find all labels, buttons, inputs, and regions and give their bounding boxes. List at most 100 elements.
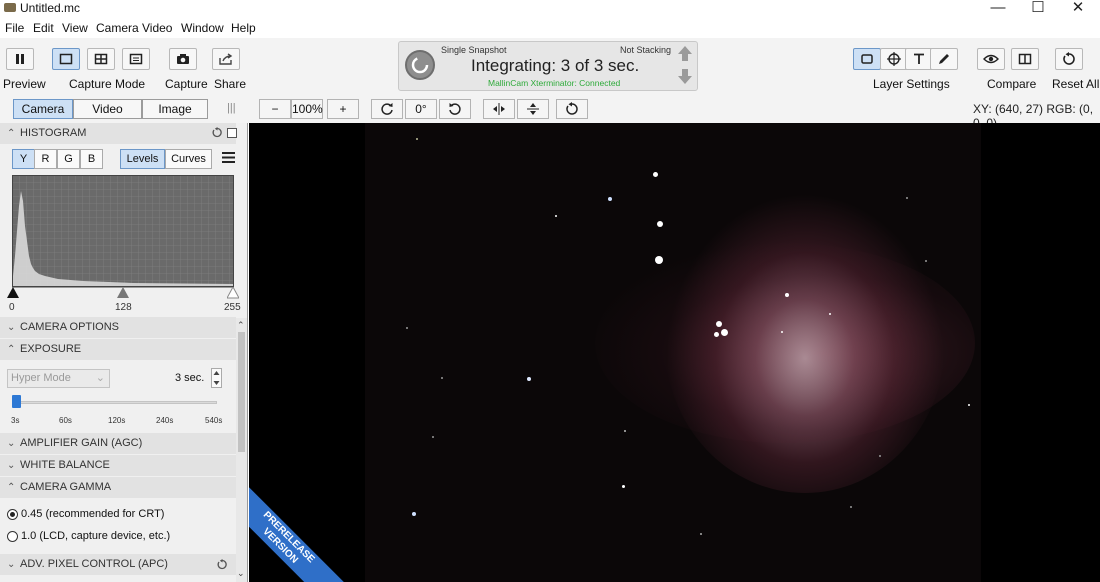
apc-reset-icon[interactable] — [217, 559, 228, 573]
exposure-stepper[interactable] — [211, 368, 222, 388]
layer-crosshair-button[interactable] — [880, 48, 908, 70]
zoom-in-button[interactable]: + — [327, 99, 359, 119]
histogram-reset-icon[interactable] — [212, 127, 223, 141]
star — [906, 197, 908, 199]
eye-icon — [978, 49, 1004, 69]
layer-pen-button[interactable] — [930, 48, 958, 70]
capture-button[interactable] — [169, 48, 197, 70]
slider-tick-240s: 240s — [156, 416, 174, 425]
flip-vertical-icon — [518, 100, 548, 118]
compare-label: Compare — [987, 77, 1037, 91]
channel-g-button[interactable]: G — [57, 149, 80, 169]
single-frame-icon — [53, 49, 79, 69]
close-button[interactable]: ✕ — [1058, 0, 1098, 18]
rotate-left-icon — [372, 100, 402, 118]
histogram-header[interactable]: ⌃ HISTOGRAM — [0, 123, 236, 144]
panel-scrollbar[interactable]: ⌃ ⌄ — [236, 318, 247, 582]
star — [555, 215, 557, 217]
split-view-icon — [1012, 49, 1038, 69]
star — [655, 256, 663, 264]
flip-horizontal-button[interactable] — [483, 99, 515, 119]
reset-icon — [557, 100, 587, 118]
minimize-button[interactable]: — — [978, 0, 1018, 18]
menu-help[interactable]: Help — [231, 21, 256, 35]
adv-pixel-control-header[interactable]: ⌄ ADV. PIXEL CONTROL (APC) — [0, 554, 236, 575]
maximize-button[interactable]: ☐ — [1018, 0, 1058, 18]
slider-tick-3s: 3s — [11, 416, 20, 425]
black-point-handle[interactable] — [7, 287, 19, 302]
compare-eye-button[interactable] — [977, 48, 1005, 70]
star — [850, 506, 852, 508]
exposure-mode-value: Hyper Mode — [11, 372, 71, 384]
star — [622, 485, 625, 488]
share-button[interactable] — [212, 48, 240, 70]
scrollbar-thumb[interactable] — [238, 332, 245, 452]
pen-icon — [931, 49, 957, 69]
rotate-left-button[interactable] — [371, 99, 403, 119]
adv-pixel-control-title: ADV. PIXEL CONTROL (APC) — [20, 558, 168, 570]
amplifier-gain-title: AMPLIFIER GAIN (AGC) — [20, 437, 143, 449]
image-viewer[interactable]: PRERELEASE VERSION — [249, 123, 1100, 582]
star — [527, 377, 531, 381]
layer-rect-button[interactable] — [853, 48, 881, 70]
menu-file[interactable]: File — [5, 21, 24, 35]
histogram-tick-255: 255 — [224, 302, 241, 313]
preview-label: Preview — [3, 77, 46, 91]
tab-image[interactable]: Image — [142, 99, 208, 119]
gamma-045-radio[interactable] — [7, 509, 18, 520]
rotate-right-button[interactable] — [439, 99, 471, 119]
white-point-handle[interactable] — [226, 285, 240, 302]
menu-video[interactable]: Video — [142, 21, 172, 35]
flip-vertical-button[interactable] — [517, 99, 549, 119]
capture-mode-single-button[interactable] — [52, 48, 80, 70]
menu-view[interactable]: View — [62, 21, 88, 35]
reset-all-label: Reset All — [1052, 77, 1100, 91]
channel-b-button[interactable]: B — [80, 149, 103, 169]
curves-button[interactable]: Curves — [165, 149, 212, 169]
exposure-title: EXPOSURE — [20, 343, 82, 355]
camera-gamma-header[interactable]: ⌃ CAMERA GAMMA — [0, 477, 236, 498]
capture-mode-film-button[interactable] — [122, 48, 150, 70]
scroll-up-icon[interactable]: ⌃ — [237, 320, 245, 331]
star — [624, 430, 626, 432]
gamma-10-radio[interactable] — [7, 531, 18, 542]
histogram-plot — [12, 175, 234, 287]
preview-pause-button[interactable] — [6, 48, 34, 70]
zoom-out-button[interactable]: − — [259, 99, 291, 119]
histogram-enable-checkbox[interactable] — [227, 128, 237, 138]
tab-video[interactable]: Video — [73, 99, 142, 119]
channel-y-button[interactable]: Y — [12, 149, 35, 169]
slider-tick-60s: 60s — [59, 416, 72, 425]
menu-edit[interactable]: Edit — [33, 21, 54, 35]
star — [879, 455, 881, 457]
capture-mode-grid-button[interactable] — [87, 48, 115, 70]
levels-button[interactable]: Levels — [120, 149, 165, 169]
midpoint-handle[interactable] — [117, 287, 129, 302]
tab-camera[interactable]: Camera — [13, 99, 73, 119]
grid-icon — [88, 49, 114, 69]
histogram-menu-icon[interactable] — [222, 152, 235, 166]
exposure-header[interactable]: ⌃ EXPOSURE — [0, 339, 236, 360]
camera-options-header[interactable]: ⌄ CAMERA OPTIONS — [0, 317, 236, 338]
zoom-level-field[interactable]: 100% — [291, 99, 323, 119]
white-balance-header[interactable]: ⌄ WHITE BALANCE — [0, 455, 236, 476]
menu-camera[interactable]: Camera — [96, 21, 139, 35]
channel-r-button[interactable]: R — [34, 149, 57, 169]
exposure-mode-select[interactable]: Hyper Mode ⌄ — [7, 369, 110, 388]
scroll-down-icon[interactable]: ⌄ — [237, 568, 245, 579]
star — [441, 377, 443, 379]
compare-split-button[interactable] — [1011, 48, 1039, 70]
rotation-field[interactable]: 0° — [405, 99, 437, 119]
reset-all-button[interactable] — [1055, 48, 1083, 70]
panel-grip-icon[interactable]: ||| — [227, 102, 236, 114]
layer-text-button[interactable] — [905, 48, 933, 70]
capture-mode-label: Capture Mode — [69, 77, 146, 91]
reset-view-button[interactable] — [556, 99, 588, 119]
amplifier-gain-header[interactable]: ⌄ AMPLIFIER GAIN (AGC) — [0, 433, 236, 454]
star — [785, 293, 789, 297]
menu-window[interactable]: Window — [181, 21, 224, 35]
arrow-up-icon[interactable] — [677, 45, 693, 65]
white-balance-title: WHITE BALANCE — [20, 459, 110, 471]
arrow-down-icon[interactable] — [677, 68, 693, 88]
exposure-slider-thumb[interactable] — [12, 395, 21, 408]
